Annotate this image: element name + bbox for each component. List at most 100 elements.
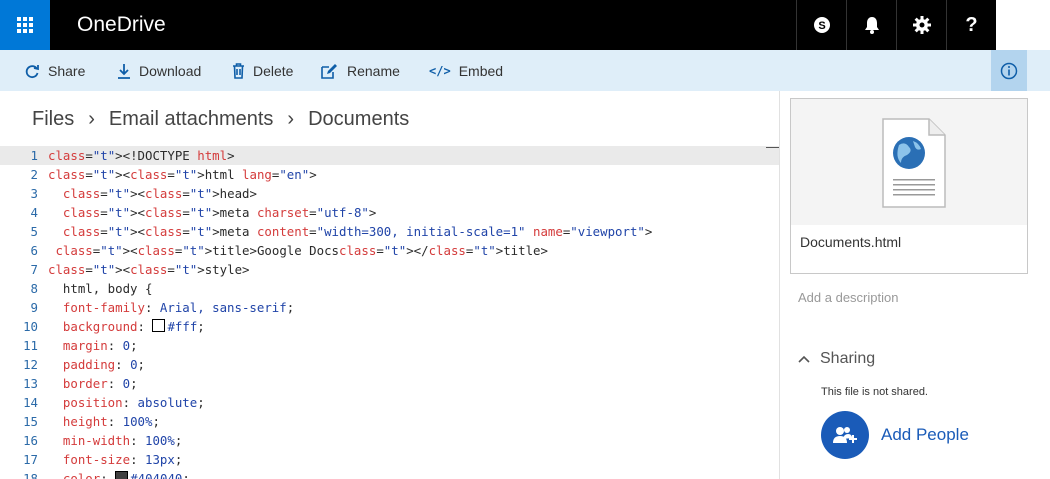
line-code: class="t"><class="t">title>Google Docscl… (55, 243, 548, 258)
rename-icon (321, 63, 339, 79)
line-code: class="t"><class="t">head> (62, 186, 257, 201)
editor-ruler (766, 147, 780, 148)
line-number: 1 (30, 148, 38, 163)
embed-label: Embed (458, 62, 504, 79)
line-code: padding: 0; (62, 357, 145, 372)
share-icon (24, 63, 40, 79)
help-button[interactable]: ? (946, 0, 996, 50)
code-line[interactable]: 10 background: #fff; (0, 317, 780, 336)
delete-label: Delete (253, 62, 294, 79)
code-editor[interactable]: 1 class="t"><!DOCTYPE html> 2 class="t"><cl… (0, 146, 780, 479)
top-bar: OneDrive S ? (0, 0, 1050, 50)
line-code: border: 0; (62, 376, 138, 391)
code-line[interactable]: 4 class="t"><class="t">meta charset="utf… (0, 203, 780, 222)
embed-button[interactable]: </> Embed (429, 50, 503, 91)
add-people-button[interactable]: Add People (821, 411, 969, 459)
line-number: 7 (30, 262, 38, 277)
details-pane-button[interactable] (991, 50, 1027, 91)
code-line[interactable]: 7 class="t"><class="t">style> (0, 260, 780, 279)
code-line[interactable]: 15 height: 100%; (0, 412, 780, 431)
skype-icon: S (813, 17, 830, 33)
line-code: class="t"><class="t">meta charset="utf-8… (62, 205, 377, 220)
line-code: min-width: 100%; (62, 433, 183, 448)
line-number: 16 (23, 433, 38, 448)
code-line[interactable]: 11 margin: 0; (0, 336, 780, 355)
line-number: 2 (30, 167, 38, 182)
waffle-icon (17, 17, 33, 33)
file-preview-card[interactable]: Documents.html (790, 98, 1028, 274)
line-number: 6 (30, 243, 38, 258)
pane-divider (779, 91, 780, 479)
chevron-right-icon: › (88, 108, 95, 130)
code-line[interactable]: 1 class="t"><!DOCTYPE html> (0, 146, 780, 165)
line-number: 8 (30, 281, 38, 296)
file-thumbnail (791, 99, 1027, 225)
help-icon: ? (965, 13, 978, 36)
embed-icon: </> (429, 63, 451, 78)
delete-button[interactable]: Delete (232, 50, 293, 91)
gear-icon (912, 16, 931, 34)
download-button[interactable]: Download (117, 50, 201, 91)
skype-button[interactable]: S (796, 0, 846, 50)
sharing-section-toggle[interactable]: Sharing (798, 350, 875, 368)
chevron-right-icon: › (287, 108, 295, 130)
app-title[interactable]: OneDrive (77, 0, 166, 50)
code-line[interactable]: 2 class="t"><class="t">html lang="en"> (0, 165, 780, 184)
info-icon (1000, 62, 1018, 79)
rename-label: Rename (347, 62, 400, 79)
line-code: margin: 0; (62, 338, 138, 353)
code-line[interactable]: 6 class="t"><class="t">title>Google Docs… (0, 241, 780, 260)
line-number: 11 (23, 338, 38, 353)
line-code: class="t"><class="t">style> (48, 262, 250, 277)
code-line[interactable]: 12 padding: 0; (0, 355, 780, 374)
line-code: class="t"><class="t">html lang="en"> (48, 167, 317, 182)
app-launcher-button[interactable] (0, 0, 50, 50)
line-number: 12 (23, 357, 38, 372)
line-code: class="t"><class="t">meta content="width… (62, 224, 653, 239)
command-bar: Share Download Delete Rename </> Embed (0, 50, 1050, 91)
code-line[interactable]: 16 min-width: 100%; (0, 431, 780, 450)
line-number: 10 (23, 319, 38, 334)
download-icon (117, 63, 131, 79)
line-number: 14 (23, 395, 38, 410)
sharing-title: Sharing (820, 350, 876, 367)
download-label: Download (139, 62, 202, 79)
breadcrumb-email-attachments[interactable]: Email attachments (109, 108, 274, 131)
html-file-icon (882, 118, 946, 208)
code-line[interactable]: 5 class="t"><class="t">meta content="wid… (0, 222, 780, 241)
line-code: color: #404040; (48, 469, 190, 479)
line-number: 15 (23, 414, 38, 429)
line-code: font-size: 13px; (62, 452, 183, 467)
code-line[interactable]: 17 font-size: 13px; (0, 450, 780, 469)
add-people-icon (821, 411, 869, 459)
notifications-button[interactable] (846, 0, 896, 50)
file-name: Documents.html (800, 234, 902, 250)
line-number: 3 (30, 186, 38, 201)
code-line[interactable]: 8 html, body { (0, 279, 780, 298)
trash-icon (232, 62, 245, 79)
code-line[interactable]: 14 position: absolute; (0, 393, 780, 412)
line-number: 18 (23, 471, 38, 479)
line-number: 4 (30, 205, 38, 220)
line-code: class="t"><!DOCTYPE html> (48, 148, 235, 163)
bell-icon (864, 17, 879, 34)
code-line[interactable]: 9 font-family: Arial, sans-serif; (0, 298, 780, 317)
share-button[interactable]: Share (24, 50, 85, 91)
add-people-label: Add People (881, 425, 969, 444)
code-line[interactable]: 13 border: 0; (0, 374, 780, 393)
breadcrumb-files[interactable]: Files (32, 108, 74, 131)
line-number: 17 (23, 452, 38, 467)
line-code: position: absolute; (62, 395, 205, 410)
breadcrumb: Files › Email attachments › Documents (32, 108, 409, 131)
line-code: font-family: Arial, sans-serif; (62, 300, 295, 315)
line-number: 9 (30, 300, 38, 315)
code-line[interactable]: 3 class="t"><class="t">head> (0, 184, 780, 203)
breadcrumb-documents: Documents (308, 108, 410, 130)
line-code: background: #fff; (62, 319, 205, 334)
settings-button[interactable] (896, 0, 946, 50)
code-line[interactable]: 18 color: #404040; (0, 469, 780, 479)
description-field[interactable]: Add a description (798, 290, 898, 305)
chevron-up-icon (798, 355, 810, 363)
rename-button[interactable]: Rename (321, 50, 400, 91)
line-number: 13 (23, 376, 38, 391)
